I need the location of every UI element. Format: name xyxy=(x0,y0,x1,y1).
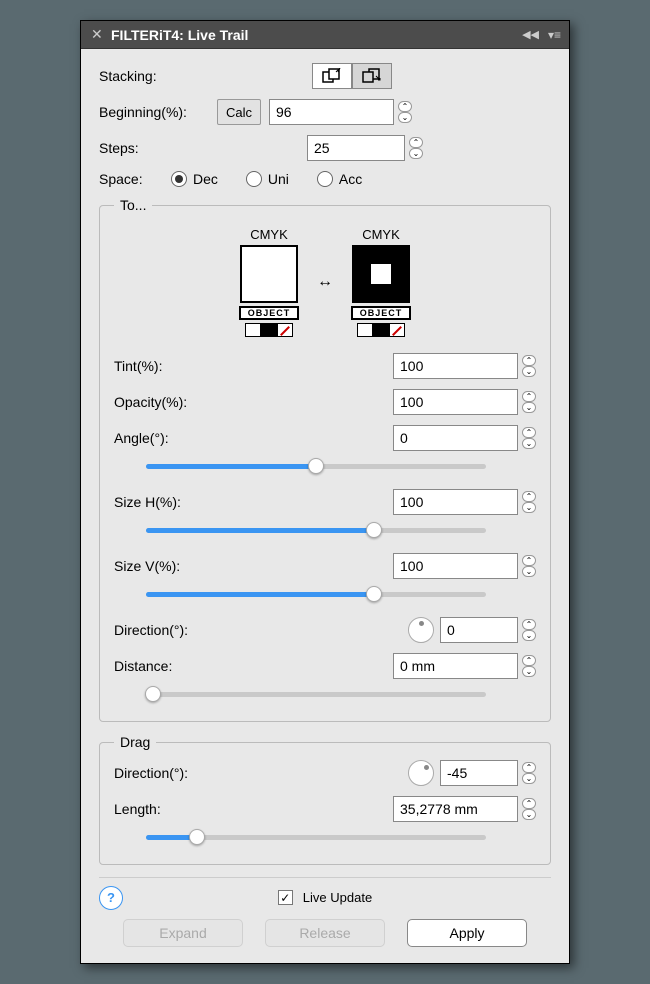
space-acc-radio[interactable]: Acc xyxy=(317,171,362,187)
from-swatch[interactable]: CMYK OBJECT xyxy=(239,227,299,337)
close-icon[interactable]: ✕ xyxy=(91,26,103,43)
swap-icon[interactable]: ↔ xyxy=(317,273,333,291)
distance-slider[interactable] xyxy=(146,685,486,703)
angle-input[interactable] xyxy=(393,425,518,451)
drag-group: Drag Direction(°): ⌃⌄ Length: ⌃⌄ xyxy=(99,734,551,865)
tint-input[interactable] xyxy=(393,353,518,379)
swatch-black-icon xyxy=(352,245,410,303)
sizeh-slider[interactable] xyxy=(146,521,486,539)
mini-swatches xyxy=(245,323,293,337)
tint-spinner[interactable]: ⌃⌄ xyxy=(522,353,536,379)
footer: ? ✓ Live Update Expand Release Apply xyxy=(99,877,551,947)
drag-length-slider[interactable] xyxy=(146,828,486,846)
panel-title: FILTERiT4: Live Trail xyxy=(111,27,248,43)
apply-button[interactable]: Apply xyxy=(407,919,527,947)
stack-front-icon xyxy=(322,68,342,84)
sizev-slider[interactable] xyxy=(146,585,486,603)
drag-length-input[interactable] xyxy=(393,796,518,822)
steps-spinner[interactable]: ⌃⌄ xyxy=(409,135,423,161)
panel: ✕ FILTERiT4: Live Trail ◀◀ ▾≡ Stacking: … xyxy=(80,20,570,964)
angle-spinner[interactable]: ⌃⌄ xyxy=(522,425,536,451)
swatch-white-icon xyxy=(240,245,298,303)
panel-body: Stacking: Beginning(%): Calc ⌃⌄ Steps: xyxy=(81,49,569,963)
opacity-spinner[interactable]: ⌃⌄ xyxy=(522,389,536,415)
live-update-label: Live Update xyxy=(303,890,372,905)
angle-label: Angle(°): xyxy=(114,430,234,446)
live-update-checkbox[interactable]: ✓ xyxy=(278,890,293,905)
titlebar: ✕ FILTERiT4: Live Trail ◀◀ ▾≡ xyxy=(81,21,569,49)
stacking-back-button[interactable] xyxy=(352,63,392,89)
to-legend: To... xyxy=(114,197,152,213)
opacity-label: Opacity(%): xyxy=(114,394,234,410)
drag-direction-label: Direction(°): xyxy=(114,765,234,781)
beginning-spinner[interactable]: ⌃⌄ xyxy=(398,99,412,125)
distance-spinner[interactable]: ⌃⌄ xyxy=(522,653,536,679)
calc-button[interactable]: Calc xyxy=(217,99,261,125)
drag-legend: Drag xyxy=(114,734,156,750)
drag-length-spinner[interactable]: ⌃⌄ xyxy=(522,796,536,822)
release-button[interactable]: Release xyxy=(265,919,385,947)
sizeh-input[interactable] xyxy=(393,489,518,515)
opacity-input[interactable] xyxy=(393,389,518,415)
direction-label: Direction(°): xyxy=(114,622,234,638)
sizeh-label: Size H(%): xyxy=(114,494,234,510)
stack-back-icon xyxy=(362,68,382,84)
stacking-front-button[interactable] xyxy=(312,63,352,89)
tint-label: Tint(%): xyxy=(114,358,234,374)
to-swatch[interactable]: CMYK OBJECT xyxy=(351,227,411,337)
expand-button[interactable]: Expand xyxy=(123,919,243,947)
steps-input[interactable] xyxy=(307,135,405,161)
distance-label: Distance: xyxy=(114,658,234,674)
stacking-label: Stacking: xyxy=(99,68,209,84)
beginning-label: Beginning(%): xyxy=(99,104,209,120)
distance-input[interactable] xyxy=(393,653,518,679)
mini-swatches xyxy=(357,323,405,337)
angle-slider[interactable] xyxy=(146,457,486,475)
steps-label: Steps: xyxy=(99,140,209,156)
drag-length-label: Length: xyxy=(114,801,234,817)
beginning-input[interactable] xyxy=(269,99,394,125)
drag-direction-dial[interactable] xyxy=(408,760,434,786)
sizeh-spinner[interactable]: ⌃⌄ xyxy=(522,489,536,515)
drag-direction-spinner[interactable]: ⌃⌄ xyxy=(522,760,536,786)
direction-input[interactable] xyxy=(440,617,518,643)
space-dec-radio[interactable]: Dec xyxy=(171,171,218,187)
space-label: Space: xyxy=(99,171,169,187)
direction-spinner[interactable]: ⌃⌄ xyxy=(522,617,536,643)
sizev-label: Size V(%): xyxy=(114,558,234,574)
direction-dial[interactable] xyxy=(408,617,434,643)
collapse-icon[interactable]: ◀◀ xyxy=(522,28,539,41)
help-button[interactable]: ? xyxy=(99,886,123,910)
space-uni-radio[interactable]: Uni xyxy=(246,171,289,187)
sizev-input[interactable] xyxy=(393,553,518,579)
to-group: To... CMYK OBJECT ↔ CMYK OBJECT xyxy=(99,197,551,722)
flyout-menu-icon[interactable]: ▾≡ xyxy=(548,28,561,42)
sizev-spinner[interactable]: ⌃⌄ xyxy=(522,553,536,579)
drag-direction-input[interactable] xyxy=(440,760,518,786)
